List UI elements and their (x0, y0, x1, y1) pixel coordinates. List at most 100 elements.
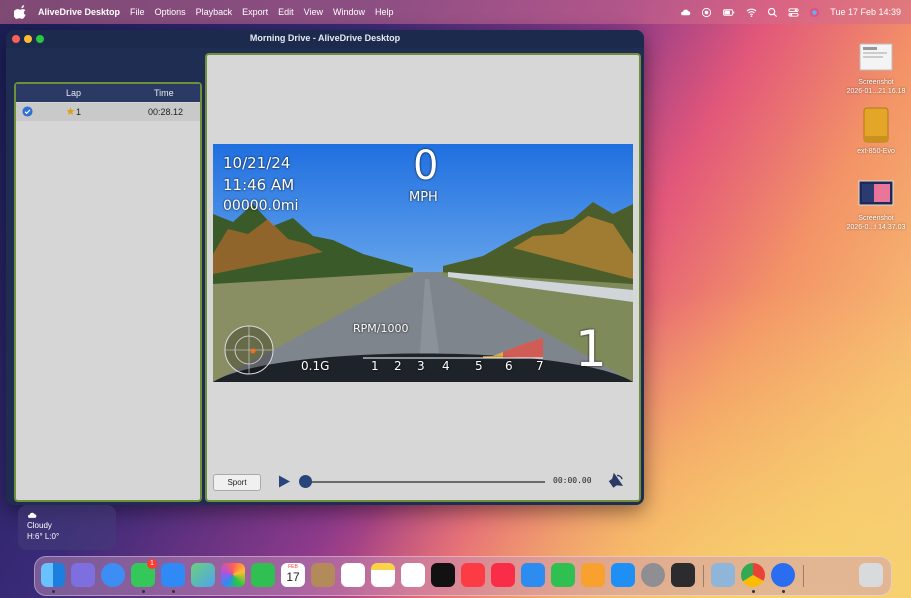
preview-icon[interactable] (711, 563, 735, 587)
video-frame[interactable]: 10/21/24 11:46 AM 00000.0mi 0 MPH 0.1G R… (213, 144, 633, 382)
lap-time: 00:28.12 (148, 107, 184, 117)
keynote-icon[interactable] (521, 563, 545, 587)
menu-help[interactable]: Help (375, 7, 394, 17)
menubar-clock[interactable]: Tue 17 Feb 14:39 (830, 7, 901, 17)
rpm-tick-5: 5 (475, 359, 483, 373)
control-center-icon[interactable] (788, 7, 799, 18)
desktop-icon-screenshot-2[interactable]: Screenshot 2026-0...t 14.37.03 (840, 178, 911, 232)
desktop-icon-label: ext-850-Evo (857, 148, 895, 155)
app-window: Morning Drive - AliveDrive Desktop Lap T… (6, 30, 644, 505)
menu-playback[interactable]: Playback (196, 7, 233, 17)
overlay-odometer: 00000.0mi (223, 198, 299, 214)
overlay-gforce: 0.1G (301, 359, 330, 373)
calendar-icon[interactable]: FEB 17 (281, 563, 305, 587)
desktop-icon-label: Screenshot (858, 79, 894, 86)
alivedrive-icon[interactable] (771, 563, 795, 587)
external-drive-icon (863, 107, 889, 143)
running-indicator (752, 590, 755, 593)
music-icon[interactable] (461, 563, 485, 587)
pages-icon[interactable] (581, 563, 605, 587)
laps-table-header: Lap Time (16, 84, 200, 102)
running-indicator (142, 590, 145, 593)
weather-condition: Cloudy (27, 521, 52, 530)
menu-window[interactable]: Window (333, 7, 365, 17)
photos-icon[interactable] (221, 563, 245, 587)
table-row[interactable]: 1 00:28.12 (16, 103, 200, 121)
overlay-speed-unit: MPH (409, 190, 438, 205)
dock-separator (703, 565, 704, 587)
maps-icon[interactable] (191, 563, 215, 587)
numbers-icon[interactable] (551, 563, 575, 587)
rpm-tick-4: 4 (442, 359, 450, 373)
dock: 1 FEB 17 (34, 556, 892, 596)
siri-icon[interactable] (809, 7, 820, 18)
laps-panel: Lap Time 1 00:28.12 (14, 82, 202, 502)
spotlight-search-icon[interactable] (767, 7, 778, 18)
playback-scrubber-track[interactable] (303, 481, 545, 483)
overlay-speed: 0 (413, 144, 439, 189)
cloud-sync-icon[interactable] (680, 7, 691, 18)
window-titlebar[interactable]: Morning Drive - AliveDrive Desktop (6, 30, 644, 48)
rpm-tick-7: 7 (536, 359, 544, 373)
facetime-icon[interactable] (251, 563, 275, 587)
reminders-icon[interactable] (341, 563, 365, 587)
desktop-icon-screenshot-1[interactable]: Screenshot 2026-01...21.16.18 (840, 42, 911, 96)
running-indicator (52, 590, 55, 593)
desktop-icon-drive[interactable]: ext-850-Evo (840, 106, 911, 156)
menu-file[interactable]: File (130, 7, 145, 17)
menu-export[interactable]: Export (242, 7, 268, 17)
system-settings-icon[interactable] (641, 563, 665, 587)
freeform-icon[interactable] (401, 563, 425, 587)
safari-icon[interactable] (101, 563, 125, 587)
sport-mode-button[interactable]: Sport (213, 474, 261, 491)
cloud-icon (28, 512, 37, 518)
window-title: Morning Drive - AliveDrive Desktop (249, 33, 401, 43)
calendar-day: 17 (286, 570, 300, 584)
mail-icon[interactable] (161, 563, 185, 587)
apple-icon[interactable] (14, 5, 28, 19)
checkmark-circle-icon (22, 106, 33, 117)
overlay-time: 11:46 AM (223, 176, 295, 194)
menu-options[interactable]: Options (155, 7, 186, 17)
desktop-icon-sublabel: 2026-0...t 14.37.03 (846, 224, 906, 231)
iphone-mirroring-icon[interactable] (671, 563, 695, 587)
weather-widget[interactable]: Cloudy H:6° L:0° (18, 505, 116, 550)
news-icon[interactable] (491, 563, 515, 587)
app-store-icon[interactable] (611, 563, 635, 587)
sound-icon[interactable] (607, 472, 625, 490)
running-indicator (172, 590, 175, 593)
overlay-gear: 1 (575, 320, 607, 378)
notification-badge: 1 (147, 559, 157, 569)
finder-icon[interactable] (41, 563, 65, 587)
menu-bar: AliveDrive Desktop File Options Playback… (0, 0, 911, 24)
screenshot-file-icon (858, 180, 894, 206)
running-indicator (782, 590, 785, 593)
chrome-icon[interactable] (741, 563, 765, 587)
lap-number: 1 (76, 107, 82, 117)
menu-edit[interactable]: Edit (278, 7, 294, 17)
rpm-tick-6: 6 (505, 359, 513, 373)
column-header-lap[interactable]: Lap (66, 88, 81, 98)
record-icon[interactable] (701, 7, 712, 18)
star-icon (66, 107, 75, 115)
contacts-icon[interactable] (311, 563, 335, 587)
battery-icon[interactable] (722, 7, 736, 18)
desktop-icon-label: Screenshot (858, 215, 894, 222)
column-header-time[interactable]: Time (154, 88, 174, 98)
rpm-bar (363, 338, 543, 359)
desktop-icon-sublabel: 2026-01...21.16.18 (846, 88, 906, 95)
menu-view[interactable]: View (304, 7, 323, 17)
play-icon[interactable] (277, 474, 291, 489)
tv-icon[interactable] (431, 563, 455, 587)
trash-icon[interactable] (859, 563, 883, 587)
rpm-tick-2: 2 (394, 359, 402, 373)
playback-timecode: 00:00.00 (553, 476, 592, 485)
video-stage: 10/21/24 11:46 AM 00000.0mi 0 MPH 0.1G R… (205, 53, 641, 502)
overlay-rpm-label: RPM/1000 (353, 322, 409, 335)
notes-icon[interactable] (371, 563, 395, 587)
wifi-icon[interactable] (746, 7, 757, 18)
launchpad-icon[interactable] (71, 563, 95, 587)
rpm-tick-3: 3 (417, 359, 425, 373)
app-menu[interactable]: AliveDrive Desktop (38, 7, 120, 17)
playback-scrubber-handle[interactable] (299, 475, 312, 488)
